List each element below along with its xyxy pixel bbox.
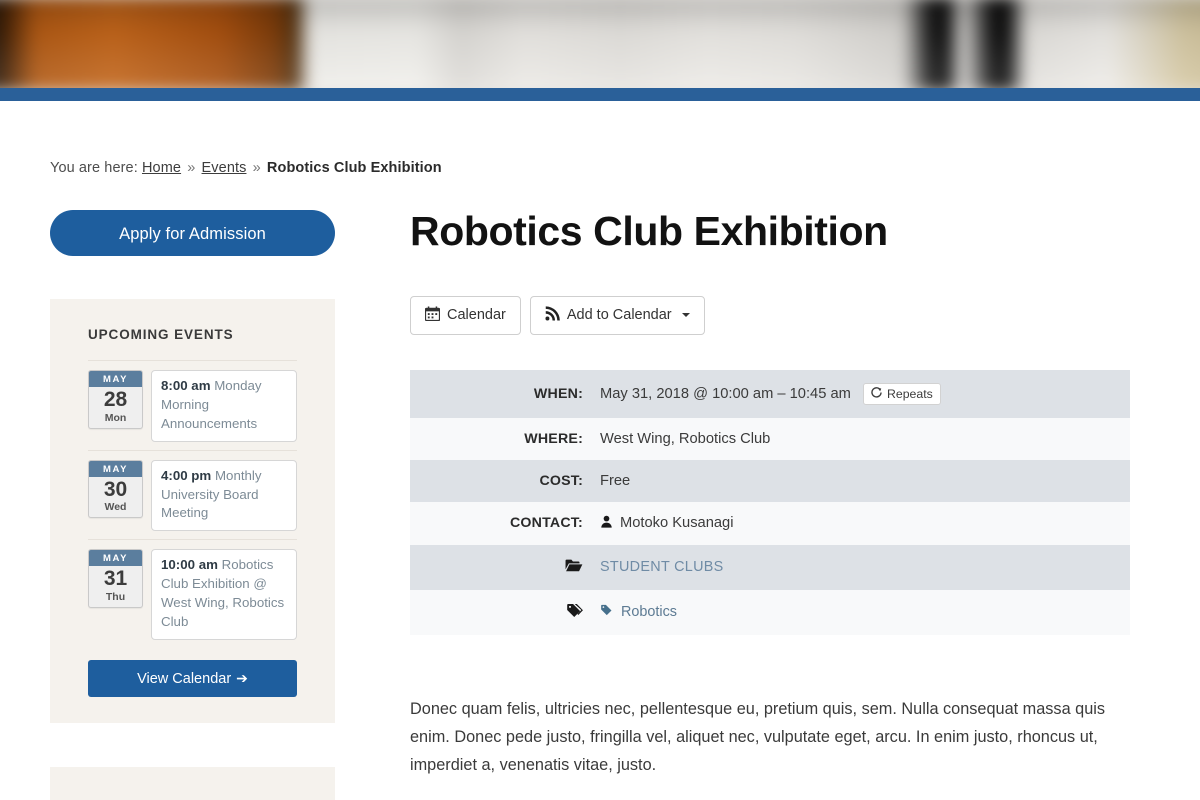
table-row: Robotics (410, 589, 1130, 635)
view-calendar-button[interactable]: View Calendar ➔ (88, 659, 297, 697)
upcoming-events-list: MAY 28 Mon 8:00 am Monday Morning Announ… (88, 360, 297, 648)
apply-for-admission-button[interactable]: Apply for Admission (50, 210, 335, 256)
event-time: 4:00 pm (161, 467, 212, 483)
sidebar: Apply for Admission UPCOMING EVENTS MAY … (50, 210, 335, 800)
when-text: May 31, 2018 @ 10:00 am – 10:45 am (600, 385, 851, 402)
view-calendar-label: View Calendar (137, 670, 232, 687)
banner-accent-bar (0, 88, 1200, 101)
add-to-calendar-label: Add to Calendar (566, 307, 672, 324)
date-badge: MAY 31 Thu (88, 549, 143, 608)
detail-label-contact: CONTACT: (509, 515, 583, 532)
page-title: Robotics Club Exhibition (410, 208, 888, 254)
detail-value-where: West Wing, Robotics Club (600, 430, 771, 447)
table-row: CONTACT: Motoko Kusanagi (410, 501, 1130, 545)
folder-open-icon (565, 558, 583, 577)
date-day: 28 (103, 388, 128, 411)
table-row: COST: Free (410, 459, 1130, 502)
repeats-label: Repeats (886, 386, 933, 401)
tag-link-robotics[interactable]: Robotics (621, 604, 677, 620)
date-weekday: Mon (104, 411, 127, 424)
event-time: 8:00 am (161, 378, 211, 393)
list-item[interactable]: MAY 30 Wed 4:00 pm Monthly University Bo… (88, 449, 297, 540)
page-wrapper: You are here: Home » Events » Robotics C… (0, 101, 1200, 800)
event-card[interactable]: 10:00 am Robotics Club Exhibition @ West… (151, 549, 297, 640)
list-item[interactable]: MAY 31 Thu 10:00 am Robotics Club Exhibi… (88, 539, 297, 648)
date-month: MAY (89, 550, 142, 567)
date-badge: MAY 30 Wed (88, 459, 143, 519)
breadcrumb-prefix: You are here: (50, 160, 138, 176)
breadcrumb-separator-2: » (252, 160, 261, 176)
date-weekday: Thu (105, 590, 126, 603)
secondary-widget (50, 766, 335, 800)
date-day: 30 (103, 477, 128, 501)
category-link-student-clubs[interactable]: STUDENT CLUBS (600, 559, 724, 575)
breadcrumb-link-home[interactable]: Home (142, 160, 181, 176)
detail-value-categories: STUDENT CLUBS (600, 545, 1130, 590)
widget-title: UPCOMING EVENTS (88, 327, 234, 342)
date-month: MAY (89, 460, 142, 477)
calendar-button[interactable]: Calendar (410, 296, 521, 335)
breadcrumb-separator-1: » (187, 160, 196, 176)
detail-label-where: WHERE: (524, 430, 583, 447)
table-row: STUDENT CLUBS (410, 544, 1130, 590)
main-content: Robotics Club Exhibition Calendar Add to… (335, 208, 1150, 795)
event-card[interactable]: 8:00 am Monday Morning Announcements (151, 370, 297, 442)
breadcrumb-current: Robotics Club Exhibition (266, 160, 442, 176)
breadcrumb-link-events[interactable]: Events (202, 160, 247, 176)
tag-blue-icon (600, 604, 614, 620)
calendar-icon (424, 306, 441, 325)
detail-label-tags (410, 590, 600, 635)
arrow-right-icon: ➔ (236, 669, 248, 686)
event-description: Donec quam felis, ultricies nec, pellent… (410, 699, 1106, 774)
detail-label-cost: COST: (539, 472, 583, 489)
detail-value-contact: Motoko Kusanagi (600, 502, 1130, 545)
hero-banner (0, 0, 1200, 88)
date-badge: MAY 28 Mon (88, 370, 143, 429)
add-to-calendar-button[interactable]: Add to Calendar (529, 296, 705, 335)
refresh-icon (871, 386, 882, 401)
detail-value-tags: Robotics (600, 590, 1130, 635)
repeats-badge[interactable]: Repeats (862, 382, 941, 405)
table-row: WHEN: May 31, 2018 @ 10:00 am – 10:45 am (410, 369, 1130, 418)
table-row: WHERE: West Wing, Robotics Club (410, 417, 1130, 460)
content-columns: Apply for Admission UPCOMING EVENTS MAY … (50, 208, 1150, 800)
list-item[interactable]: MAY 28 Mon 8:00 am Monday Morning Announ… (88, 360, 297, 450)
rss-feed-icon (545, 306, 560, 325)
detail-value-when: May 31, 2018 @ 10:00 am – 10:45 am Repea… (600, 370, 1130, 418)
user-icon (600, 515, 613, 532)
calendar-button-label: Calendar (447, 307, 506, 324)
upcoming-events-widget: UPCOMING EVENTS MAY 28 Mon 8:00 am Monda… (50, 299, 335, 723)
date-month: MAY (89, 371, 142, 387)
hero-banner-photo (0, 0, 1200, 88)
detail-value-cost: Free (600, 472, 631, 489)
detail-label-when: WHEN: (533, 385, 583, 402)
event-action-buttons: Calendar Add to Calendar (410, 296, 1150, 335)
tag-icon (566, 603, 583, 622)
detail-label-categories (410, 545, 600, 590)
contact-name: Motoko Kusanagi (620, 515, 734, 532)
date-weekday: Wed (104, 501, 127, 514)
event-card[interactable]: 4:00 pm Monthly University Board Meeting (151, 459, 297, 532)
event-time: 10:00 am (161, 557, 218, 573)
event-details-table: WHEN: May 31, 2018 @ 10:00 am – 10:45 am (410, 369, 1130, 635)
date-day: 31 (103, 567, 128, 591)
chevron-down-icon (681, 313, 690, 318)
breadcrumb: You are here: Home » Events » Robotics C… (50, 101, 1150, 176)
